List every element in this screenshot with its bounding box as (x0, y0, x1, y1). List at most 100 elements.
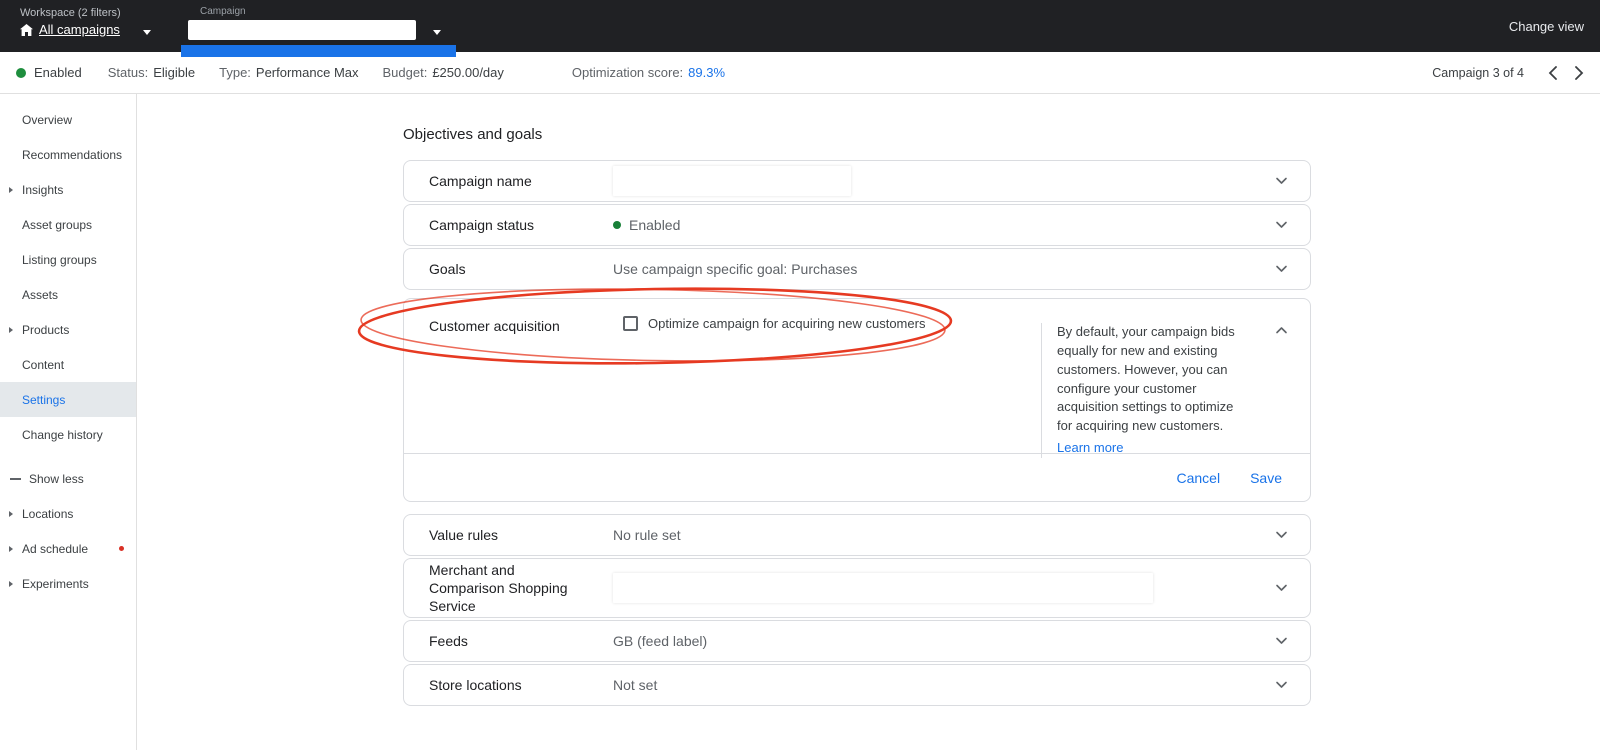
budget-pair: Budget: £250.00/day (383, 65, 504, 80)
expand-arrow-icon[interactable] (9, 546, 13, 552)
type-pair: Type: Performance Max (219, 65, 358, 80)
campaign-selector-input[interactable] (188, 20, 416, 40)
sidebar-item-listing-groups[interactable]: Listing groups (0, 242, 136, 277)
sidebar-item-change-history[interactable]: Change history (0, 417, 136, 452)
campaign-enabled-chip[interactable]: Enabled (34, 65, 82, 80)
merchant-value-box (613, 573, 1153, 603)
chevron-down-icon[interactable] (1275, 584, 1288, 592)
campaign-pager-label: Campaign 3 of 4 (1432, 66, 1524, 80)
chevron-up-icon[interactable] (1275, 321, 1288, 339)
sidebar-item-locations[interactable]: Locations (0, 496, 136, 531)
expand-arrow-icon[interactable] (9, 581, 13, 587)
status-pair: Status: Eligible (108, 65, 195, 80)
optimization-score-pair: Optimization score: 89.3% (572, 65, 725, 80)
setting-label: Store locations (429, 676, 613, 694)
chevron-left-icon (1548, 66, 1557, 80)
setting-label-text: Merchant and Comparison Shopping Service (429, 561, 584, 616)
chevron-down-icon[interactable] (1275, 681, 1288, 689)
setting-value: Enabled (629, 217, 680, 233)
campaign-pager: Campaign 3 of 4 (1432, 66, 1584, 80)
campaign-sidebar-nav: Overview Recommendations Insights Asset … (0, 94, 137, 750)
sidebar-item-label: Products (22, 323, 69, 337)
sidebar-item-label: Experiments (22, 577, 89, 591)
chevron-down-icon[interactable] (1275, 265, 1288, 273)
sidebar-item-label: Overview (22, 113, 72, 127)
chevron-right-icon (1575, 66, 1584, 80)
sidebar-item-settings[interactable]: Settings (0, 382, 136, 417)
sidebar-item-label: Insights (22, 183, 63, 197)
sidebar-item-label: Ad schedule (22, 542, 88, 556)
setting-row-merchant-css[interactable]: Merchant and Comparison Shopping Service (403, 558, 1311, 618)
sidebar-item-label: Recommendations (22, 148, 122, 162)
setting-label: Customer acquisition (429, 318, 560, 334)
setting-value: No rule set (613, 527, 681, 543)
sidebar-item-label: Assets (22, 288, 58, 302)
optimization-score-label: Optimization score: (572, 65, 683, 80)
sidebar-item-label: Listing groups (22, 253, 97, 267)
workspace-filters-label: Workspace (2 filters) (20, 7, 121, 19)
save-button[interactable]: Save (1250, 470, 1282, 486)
budget-label: Budget: (383, 65, 428, 80)
optimization-score-link[interactable]: 89.3% (688, 65, 725, 80)
chevron-down-icon[interactable] (1275, 221, 1288, 229)
setting-row-value-rules[interactable]: Value rules No rule set (403, 514, 1311, 556)
expand-arrow-icon[interactable] (9, 327, 13, 333)
google-ads-campaign-settings-page: Workspace (2 filters) All campaigns Camp… (0, 0, 1600, 750)
setting-value: Use campaign specific goal: Purchases (613, 261, 857, 277)
sidebar-show-less-button[interactable]: Show less (0, 462, 136, 496)
sidebar-item-ad-schedule[interactable]: Ad schedule (0, 531, 136, 566)
sidebar-item-label: Change history (22, 428, 103, 442)
setting-row-feeds[interactable]: Feeds GB (feed label) (403, 620, 1311, 662)
setting-value: Not set (613, 677, 657, 693)
change-view-button[interactable]: Change view (1509, 19, 1584, 34)
sidebar-item-assets[interactable]: Assets (0, 277, 136, 312)
chevron-down-icon[interactable] (1275, 637, 1288, 645)
status-label: Status: (108, 65, 148, 80)
help-text: By default, your campaign bids equally f… (1057, 324, 1235, 433)
enabled-dot-icon (613, 221, 621, 229)
campaign-dropdown-caret-icon[interactable] (433, 30, 441, 35)
enabled-status-dot-icon (16, 68, 26, 78)
sidebar-item-asset-groups[interactable]: Asset groups (0, 207, 136, 242)
sidebar-item-overview[interactable]: Overview (0, 102, 136, 137)
chevron-down-icon[interactable] (1275, 531, 1288, 539)
campaign-selector-label: Campaign (200, 6, 416, 17)
sidebar-item-label: Settings (22, 393, 65, 407)
sidebar-item-products[interactable]: Products (0, 312, 136, 347)
cancel-button[interactable]: Cancel (1176, 470, 1220, 486)
expand-arrow-icon[interactable] (9, 187, 13, 193)
campaign-selector-active-indicator (181, 45, 456, 57)
settings-main-content: Objectives and goals Campaign name Campa… (403, 126, 1311, 708)
next-campaign-button[interactable] (1575, 66, 1584, 80)
sidebar-item-experiments[interactable]: Experiments (0, 566, 136, 601)
setting-label: Feeds (429, 632, 613, 650)
all-campaigns-label: All campaigns (39, 22, 120, 37)
notification-dot-icon (119, 546, 124, 551)
sidebar-item-insights[interactable]: Insights (0, 172, 136, 207)
setting-row-store-locations[interactable]: Store locations Not set (403, 664, 1311, 706)
customer-acquisition-help-panel: By default, your campaign bids equally f… (1041, 323, 1245, 458)
optimize-new-customers-option[interactable]: Optimize campaign for acquiring new cust… (623, 316, 925, 331)
sidebar-item-label: Asset groups (22, 218, 92, 232)
setting-row-campaign-status[interactable]: Campaign status Enabled (403, 204, 1311, 246)
budget-value: £250.00/day (432, 65, 504, 80)
setting-row-campaign-name[interactable]: Campaign name (403, 160, 1311, 202)
type-label: Type: (219, 65, 251, 80)
campaign-status-bar: Enabled Status: Eligible Type: Performan… (0, 52, 1600, 94)
home-icon (20, 24, 33, 36)
setting-value: GB (feed label) (613, 633, 707, 649)
campaign-selector[interactable]: Campaign (188, 6, 416, 40)
optimize-new-customers-checkbox[interactable] (623, 316, 638, 331)
sidebar-item-recommendations[interactable]: Recommendations (0, 137, 136, 172)
chevron-down-icon[interactable] (1275, 177, 1288, 185)
sidebar-item-content[interactable]: Content (0, 347, 136, 382)
workspace-dropdown-caret-icon[interactable] (143, 30, 151, 35)
expand-arrow-icon[interactable] (9, 511, 13, 517)
all-campaigns-breadcrumb[interactable]: All campaigns (20, 22, 121, 37)
customer-acquisition-footer: Cancel Save (404, 453, 1310, 501)
setting-row-goals[interactable]: Goals Use campaign specific goal: Purcha… (403, 248, 1311, 290)
previous-campaign-button[interactable] (1548, 66, 1557, 80)
status-value: Eligible (153, 65, 195, 80)
type-value: Performance Max (256, 65, 359, 80)
setting-label: Merchant and Comparison Shopping Service (429, 561, 613, 616)
